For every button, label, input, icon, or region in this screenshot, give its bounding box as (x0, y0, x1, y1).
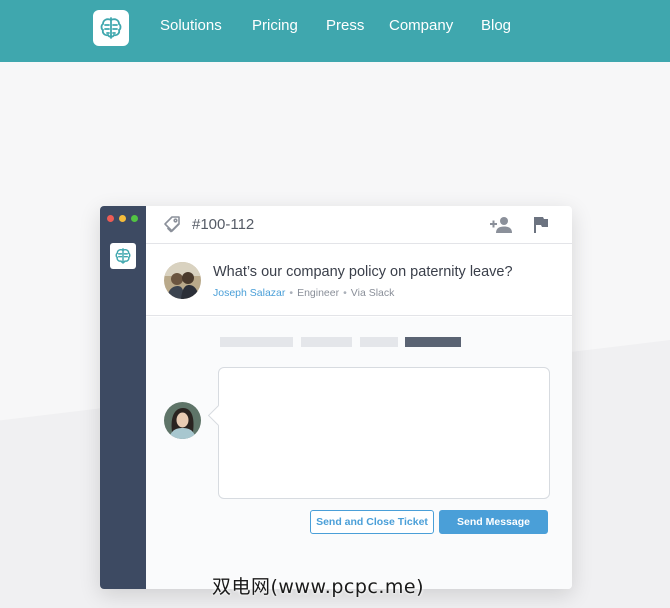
window-maximize-dot[interactable] (131, 215, 138, 222)
ticket-source: Via Slack (350, 287, 395, 299)
placeholder-tab[interactable] (301, 337, 352, 347)
add-user-icon[interactable] (489, 216, 513, 239)
nav-company[interactable]: Company (389, 17, 453, 34)
reply-textarea[interactable] (218, 367, 550, 499)
requester-avatar (164, 262, 201, 299)
tag-icon (162, 215, 182, 240)
ticket-question: What’s our company policy on paternity l… (213, 264, 513, 280)
nav-blog[interactable]: Blog (481, 17, 511, 34)
ticket-question-area: What’s our company policy on paternity l… (146, 244, 572, 316)
agent-avatar (164, 402, 201, 439)
ticket-meta: Joseph Salazar • Engineer • Via Slack (213, 287, 395, 299)
nav-solutions[interactable]: Solutions (160, 17, 222, 34)
window-close-dot[interactable] (107, 215, 114, 222)
placeholder-tab[interactable] (360, 337, 398, 347)
watermark-text: 双电网(www.pcpc.me) (212, 576, 424, 598)
requester-name-link[interactable]: Joseph Salazar (213, 287, 285, 299)
brain-logo-icon[interactable] (93, 10, 129, 46)
top-navigation: Solutions Pricing Press Company Blog (0, 0, 670, 62)
placeholder-tab[interactable] (220, 337, 293, 347)
requester-role: Engineer (297, 287, 340, 299)
flag-icon[interactable] (533, 216, 549, 239)
nav-press[interactable]: Press (326, 17, 364, 34)
ticket-id: #100-112 (192, 216, 255, 233)
brain-logo-icon[interactable] (110, 243, 136, 269)
send-and-close-button[interactable]: Send and Close Ticket (310, 510, 434, 534)
reply-area: Send and Close Ticket Send Message (146, 317, 572, 589)
window-minimize-dot[interactable] (119, 215, 126, 222)
app-sidebar (100, 206, 146, 589)
ticket-header: #100-112 (146, 206, 572, 244)
send-message-button[interactable]: Send Message (439, 510, 548, 534)
app-window: #100-112 What’s our company policy on pa… (100, 206, 572, 589)
placeholder-tab-active[interactable] (405, 337, 461, 347)
nav-pricing[interactable]: Pricing (252, 17, 298, 34)
